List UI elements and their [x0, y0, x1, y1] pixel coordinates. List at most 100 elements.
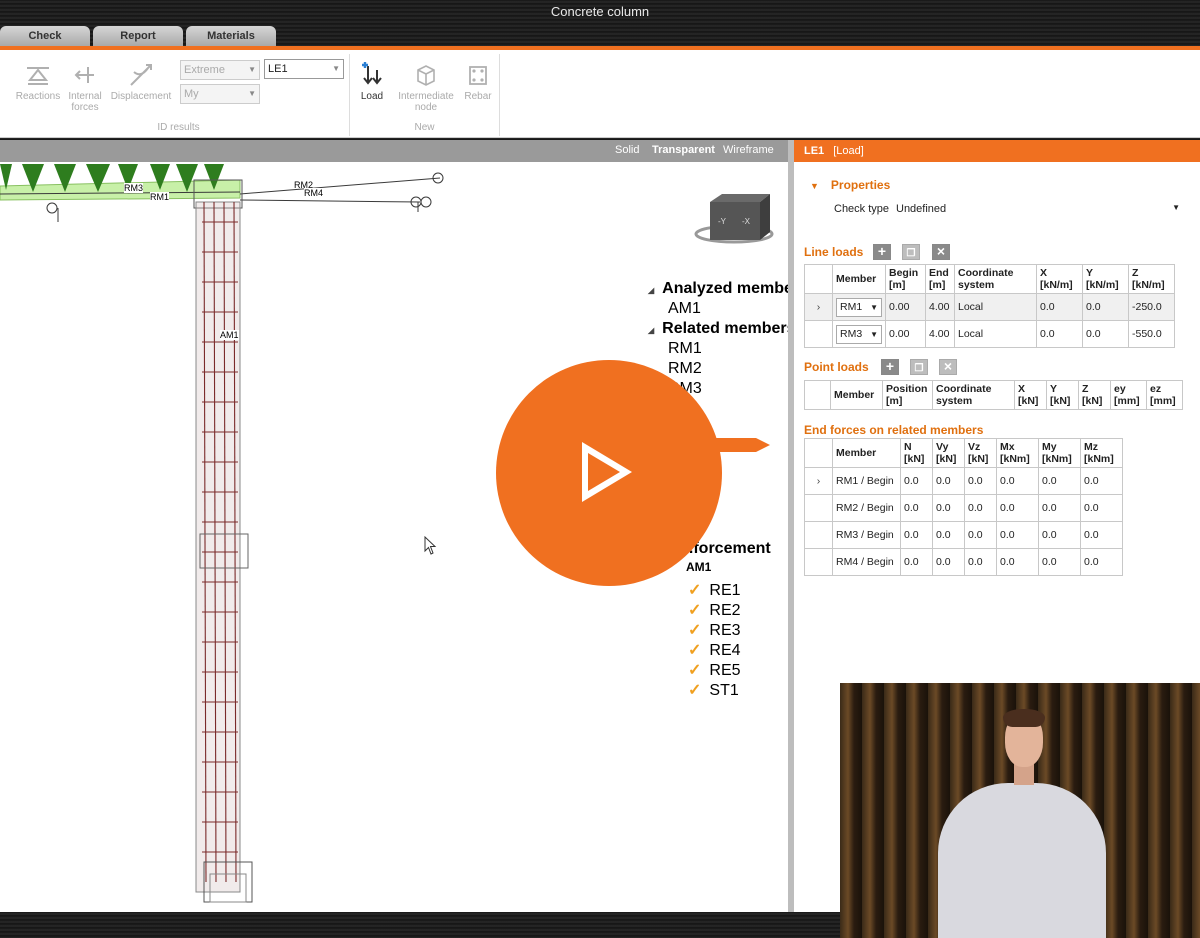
tab-check[interactable]: Check — [0, 26, 90, 46]
member-select[interactable]: RM1 ▼ — [836, 297, 882, 317]
tree-item-rm1[interactable]: RM1 — [668, 340, 702, 358]
table-cell[interactable]: 0.0 — [964, 521, 997, 549]
view-mode-wireframe[interactable]: Wireframe — [723, 144, 774, 156]
view-mode-transparent[interactable]: Transparent — [652, 144, 715, 156]
table-cell[interactable]: 0.0 — [996, 521, 1039, 549]
tree-item-re3[interactable]: ✓ RE3 — [688, 620, 741, 640]
table-cell[interactable]: RM1 / Begin — [832, 467, 901, 495]
view-mode-solid[interactable]: Solid — [615, 144, 639, 156]
table-cell[interactable]: 0.0 — [964, 548, 997, 576]
tree-item-re1[interactable]: ✓ RE1 — [688, 580, 741, 600]
tree-reinforcement-member[interactable]: AM1 — [686, 560, 711, 574]
table-cell[interactable]: Local — [954, 293, 1037, 321]
tree-analyzed-header[interactable]: ◢ Analyzed members — [648, 280, 808, 298]
table-cell[interactable]: 0.0 — [1036, 293, 1083, 321]
table-cell[interactable]: 0.0 — [996, 467, 1039, 495]
add-load-button[interactable]: Load — [354, 62, 390, 102]
tab-materials[interactable]: Materials — [186, 26, 276, 46]
tree-item-am1[interactable]: AM1 — [668, 300, 701, 318]
table-cell-member[interactable]: RM1 ▼ — [832, 293, 886, 321]
tab-report[interactable]: Report — [93, 26, 183, 46]
tree-item-re4[interactable]: ✓ RE4 — [688, 640, 741, 660]
table-cell[interactable]: 0.0 — [900, 548, 933, 576]
row-selector[interactable] — [804, 320, 833, 348]
panel-header-subtitle: [Load] — [833, 145, 864, 157]
new-group: Load Intermediate node Rebar New — [350, 54, 500, 136]
tree-item-st1[interactable]: ✓ ST1 — [688, 680, 739, 700]
load-case-select[interactable]: LE1 ▼ — [264, 59, 344, 79]
extreme-select-value: Extreme — [184, 64, 225, 76]
reactions-button[interactable]: Reactions — [14, 62, 62, 102]
copy-point-load-button[interactable]: ❐ — [910, 359, 928, 375]
table-cell[interactable]: 4.00 — [925, 320, 955, 348]
table-cell[interactable]: 0.0 — [900, 467, 933, 495]
chevron-down-icon: ▼ — [248, 89, 256, 98]
rebar-button[interactable]: Rebar — [460, 62, 496, 102]
row-selector-chevron-icon[interactable]: › — [804, 293, 833, 321]
table-row[interactable]: › RM1 ▼ 0.00 4.00 Local 0.0 0.0 -250.0 — [804, 293, 1175, 321]
delete-point-load-button[interactable]: × — [939, 359, 957, 375]
table-cell[interactable]: 0.0 — [996, 494, 1039, 522]
table-cell[interactable]: 0.0 — [932, 521, 965, 549]
table-cell[interactable]: 0.0 — [1080, 467, 1123, 495]
table-cell[interactable]: 0.0 — [964, 494, 997, 522]
table-cell[interactable]: 0.0 — [1080, 548, 1123, 576]
table-cell[interactable]: 0.0 — [1038, 467, 1081, 495]
table-cell-member[interactable]: RM3 ▼ — [832, 320, 886, 348]
row-selector[interactable] — [804, 521, 833, 549]
table-row[interactable]: RM3 / Begin 0.0 0.0 0.0 0.0 0.0 0.0 — [804, 521, 1123, 549]
video-play-button[interactable] — [496, 360, 722, 586]
component-select-value: My — [184, 88, 199, 100]
table-cell[interactable]: RM3 / Begin — [832, 521, 901, 549]
table-row[interactable]: › RM1 / Begin 0.0 0.0 0.0 0.0 0.0 0.0 — [804, 467, 1123, 495]
app-window: Concrete column Check Report Materials R… — [0, 0, 1200, 938]
table-row[interactable]: RM4 / Begin 0.0 0.0 0.0 0.0 0.0 0.0 — [804, 548, 1123, 576]
table-cell[interactable]: 0.0 — [1036, 320, 1083, 348]
table-cell[interactable]: 0.0 — [900, 494, 933, 522]
table-cell[interactable]: 0.00 — [885, 320, 926, 348]
table-cell[interactable]: 0.0 — [1038, 521, 1081, 549]
table-cell[interactable]: 4.00 — [925, 293, 955, 321]
table-cell[interactable]: 0.00 — [885, 293, 926, 321]
extreme-select[interactable]: Extreme ▼ — [180, 60, 260, 80]
tree-item-re2[interactable]: ✓ RE2 — [688, 600, 741, 620]
properties-section-header[interactable]: ▼ Properties — [810, 178, 890, 192]
presenter-body — [938, 783, 1106, 938]
table-header: Mx [kNm] — [996, 438, 1039, 468]
tree-related-header[interactable]: ◢ Related members — [648, 320, 796, 338]
table-cell[interactable]: Local — [954, 320, 1037, 348]
table-cell[interactable]: 0.0 — [1080, 494, 1123, 522]
table-cell[interactable]: 0.0 — [1080, 521, 1123, 549]
table-cell[interactable]: 0.0 — [1038, 494, 1081, 522]
tree-item-rm2[interactable]: RM2 — [668, 360, 702, 378]
table-cell[interactable]: -250.0 — [1128, 293, 1175, 321]
check-type-select[interactable]: Undefined ▼ — [896, 203, 1186, 215]
table-row[interactable]: RM2 / Begin 0.0 0.0 0.0 0.0 0.0 0.0 — [804, 494, 1123, 522]
add-point-load-button[interactable]: + — [881, 359, 899, 375]
component-select[interactable]: My ▼ — [180, 84, 260, 104]
displacement-button[interactable]: Displacement — [108, 62, 174, 102]
table-cell[interactable]: 0.0 — [932, 548, 965, 576]
table-cell[interactable]: 0.0 — [1038, 548, 1081, 576]
table-row[interactable]: RM3 ▼ 0.00 4.00 Local 0.0 0.0 -550.0 — [804, 320, 1175, 348]
table-cell[interactable]: 0.0 — [932, 494, 965, 522]
table-cell[interactable]: 0.0 — [1082, 293, 1129, 321]
table-cell[interactable]: -550.0 — [1128, 320, 1175, 348]
table-cell[interactable]: 0.0 — [1082, 320, 1129, 348]
delete-line-load-button[interactable]: × — [932, 244, 950, 260]
table-cell[interactable]: 0.0 — [900, 521, 933, 549]
table-cell[interactable]: RM2 / Begin — [832, 494, 901, 522]
internal-forces-button[interactable]: Internal forces — [64, 62, 106, 113]
tree-item-re5[interactable]: ✓ RE5 — [688, 660, 741, 680]
member-select[interactable]: RM3 ▼ — [836, 324, 882, 344]
row-selector-chevron-icon[interactable]: › — [804, 467, 833, 495]
add-line-load-button[interactable]: + — [873, 244, 891, 260]
row-selector[interactable] — [804, 548, 833, 576]
table-cell[interactable]: 0.0 — [964, 467, 997, 495]
copy-line-load-button[interactable]: ❐ — [902, 244, 920, 260]
row-selector[interactable] — [804, 494, 833, 522]
table-cell[interactable]: RM4 / Begin — [832, 548, 901, 576]
table-cell[interactable]: 0.0 — [932, 467, 965, 495]
intermediate-node-button[interactable]: Intermediate node — [394, 62, 458, 113]
table-cell[interactable]: 0.0 — [996, 548, 1039, 576]
